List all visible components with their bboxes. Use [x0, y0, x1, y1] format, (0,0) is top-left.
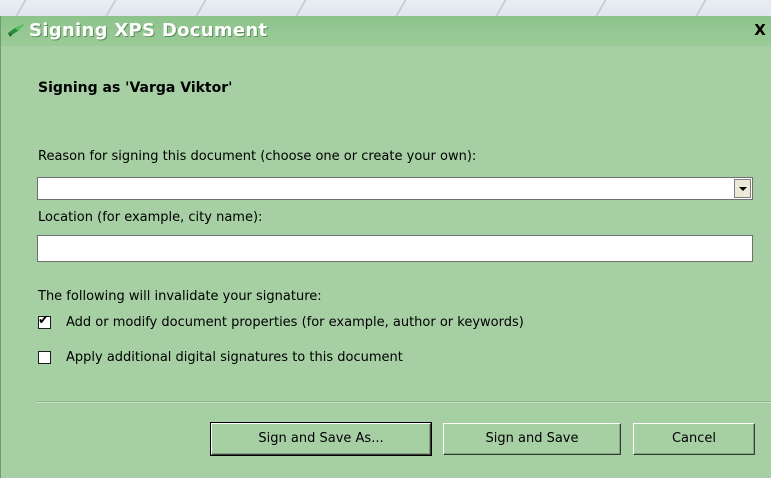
reason-label: Reason for signing this document (choose… — [38, 149, 477, 164]
cancel-button[interactable]: Cancel — [633, 423, 755, 455]
location-label: Location (for example, city name): — [38, 210, 263, 225]
separator — [37, 401, 771, 403]
location-field[interactable] — [37, 235, 753, 262]
signer-heading: Signing as 'Varga Viktor' — [38, 80, 233, 96]
sign-and-save-button[interactable]: Sign and Save — [443, 423, 621, 455]
close-icon[interactable]: X — [751, 21, 769, 39]
background-window-strip — [0, 0, 771, 20]
window-title: Signing XPS Document — [29, 20, 268, 41]
option-modify-properties-label: Add or modify document properties (for e… — [66, 315, 524, 330]
checkbox-additional-signatures[interactable] — [38, 351, 51, 364]
signature-pen-icon — [7, 22, 25, 40]
signing-dialog: Signing XPS Document X Signing as 'Varga… — [0, 16, 771, 478]
option-additional-signatures-label: Apply additional digital signatures to t… — [66, 350, 403, 365]
checkmark-icon: ✔ — [38, 313, 49, 328]
sign-and-save-as-button[interactable]: Sign and Save As... — [210, 422, 432, 456]
invalidate-label: The following will invalidate your signa… — [38, 289, 322, 304]
title-bar[interactable]: Signing XPS Document X — [1, 16, 771, 46]
reason-combobox[interactable] — [37, 177, 753, 200]
chevron-down-icon[interactable] — [734, 179, 751, 198]
checkbox-modify-properties[interactable]: ✔ — [38, 313, 51, 329]
